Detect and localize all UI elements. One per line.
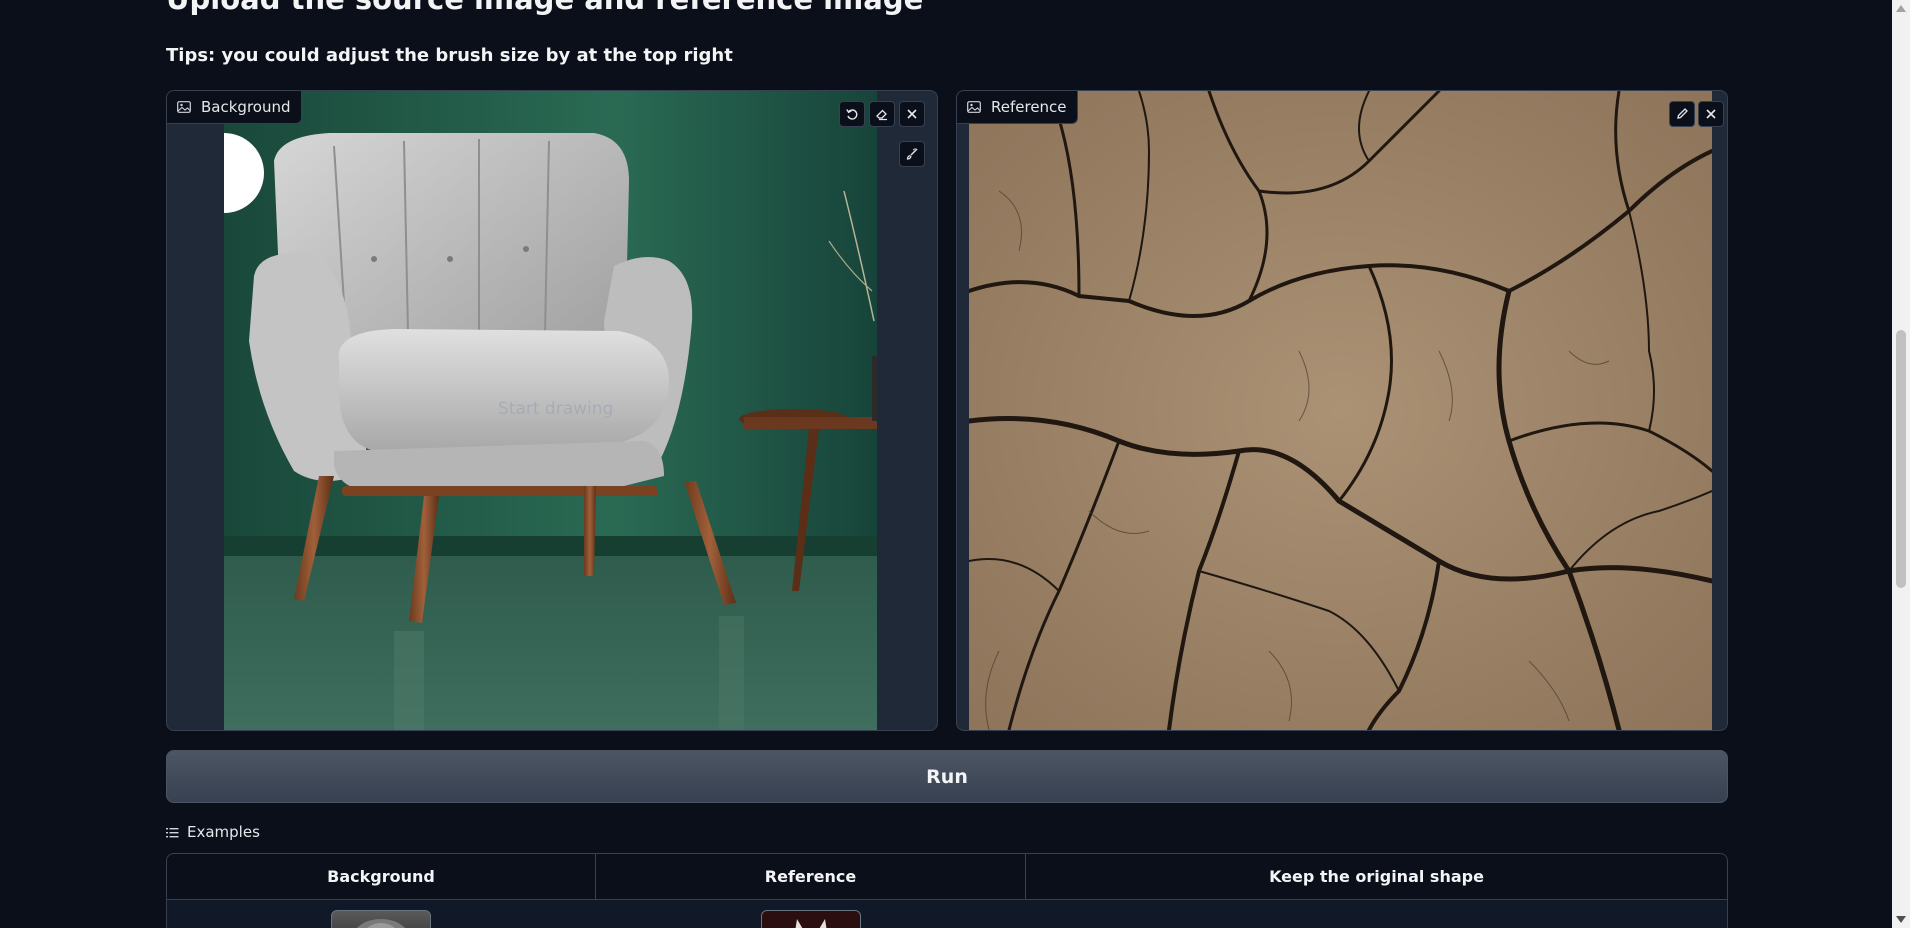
close-icon bbox=[907, 109, 917, 119]
reference-image-panel[interactable]: Reference bbox=[956, 90, 1728, 731]
example-reference-thumbnail[interactable] bbox=[761, 910, 861, 928]
brush-button[interactable] bbox=[899, 141, 925, 167]
reference-image bbox=[969, 91, 1712, 730]
page: Upload the source image and reference im… bbox=[0, 0, 1910, 928]
close-icon bbox=[1706, 109, 1716, 119]
example-row[interactable] bbox=[167, 900, 1727, 928]
vertical-scrollbar[interactable] bbox=[1892, 0, 1910, 928]
run-button[interactable]: Run bbox=[166, 750, 1728, 803]
scrollbar-thumb[interactable] bbox=[1896, 330, 1906, 588]
column-header-background: Background bbox=[167, 854, 596, 899]
list-icon bbox=[166, 827, 179, 837]
start-drawing-placeholder: Start drawing bbox=[498, 399, 614, 419]
image-icon bbox=[967, 101, 981, 113]
undo-icon bbox=[846, 109, 858, 120]
column-header-keep-shape: Keep the original shape bbox=[1269, 867, 1484, 886]
examples-header: Examples bbox=[166, 823, 260, 841]
examples-table-header: Background Reference Keep the original s… bbox=[167, 854, 1727, 900]
column-header-reference: Reference bbox=[596, 854, 1026, 899]
pencil-icon bbox=[1677, 108, 1688, 119]
background-panel-label: Background bbox=[167, 91, 302, 124]
brush-icon bbox=[906, 148, 918, 160]
reference-label-text: Reference bbox=[991, 98, 1067, 116]
clear-reference-button[interactable] bbox=[1698, 101, 1724, 127]
drawing-canvas[interactable]: Start drawing bbox=[224, 91, 877, 730]
clear-background-button[interactable] bbox=[899, 101, 925, 127]
tips-text: Tips: you could adjust the brush size by… bbox=[166, 45, 733, 66]
scroll-up-arrow-icon[interactable] bbox=[1896, 5, 1906, 12]
background-label-text: Background bbox=[201, 98, 291, 116]
image-icon bbox=[177, 101, 191, 113]
example-background-thumbnail[interactable] bbox=[331, 910, 431, 928]
page-heading: Upload the source image and reference im… bbox=[166, 0, 923, 16]
background-image-editor[interactable]: Background Start drawing bbox=[166, 90, 938, 731]
scroll-down-arrow-icon[interactable] bbox=[1896, 916, 1906, 923]
examples-label-text: Examples bbox=[187, 823, 260, 841]
edit-reference-button[interactable] bbox=[1669, 101, 1695, 127]
examples-table: Background Reference Keep the original s… bbox=[166, 853, 1728, 928]
eraser-icon bbox=[876, 109, 887, 121]
undo-button[interactable] bbox=[839, 101, 865, 127]
reference-panel-label: Reference bbox=[957, 91, 1078, 124]
eraser-button[interactable] bbox=[869, 101, 895, 127]
